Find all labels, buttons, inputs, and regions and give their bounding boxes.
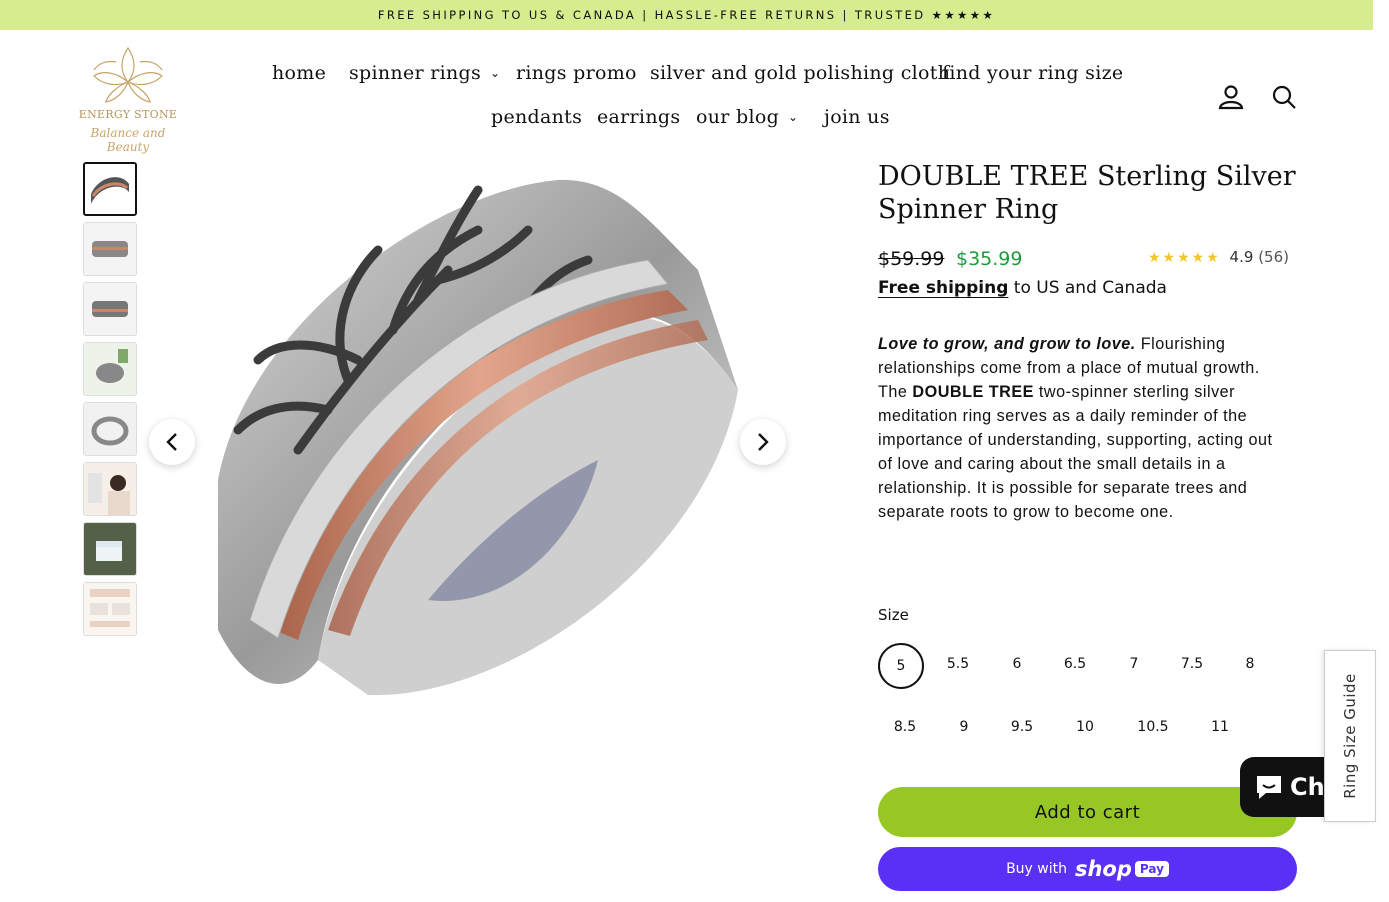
shipping-rest: to US and Canada bbox=[1008, 278, 1167, 298]
shop-pay-shop: shop bbox=[1074, 857, 1132, 881]
nav-pendants-label: pendants bbox=[491, 106, 583, 128]
product-title: DOUBLE TREE Sterling Silver Spinner Ring bbox=[878, 161, 1296, 225]
product-rating[interactable]: ★★★★★ 4.9 (56) bbox=[1148, 248, 1289, 266]
account-icon[interactable] bbox=[1218, 84, 1244, 110]
shop-pay-pay: Pay bbox=[1134, 861, 1169, 877]
nav-spinner-rings-label: spinner rings bbox=[349, 62, 482, 84]
main-product-image bbox=[178, 160, 778, 720]
thumbnail[interactable] bbox=[83, 282, 137, 336]
prev-image-button[interactable] bbox=[149, 419, 195, 465]
rating-value: 4.9 bbox=[1229, 248, 1254, 266]
rating-count: (56) bbox=[1258, 248, 1289, 266]
size-option[interactable]: 9 bbox=[944, 705, 984, 749]
size-option[interactable]: 5.5 bbox=[938, 642, 978, 686]
size-option[interactable]: 7.5 bbox=[1172, 642, 1212, 686]
announcement-bar: FREE SHIPPING TO US & CANADA | HASSLE-FR… bbox=[0, 0, 1373, 30]
ring-size-guide-tab[interactable]: Ring Size Guide bbox=[1324, 650, 1376, 822]
nav-spinner-rings[interactable]: spinner rings ⌄ bbox=[349, 62, 500, 84]
size-option[interactable]: 11 bbox=[1200, 705, 1240, 749]
description-bold: DOUBLE TREE bbox=[912, 383, 1034, 401]
store-logo[interactable]: ENERGY STONE Balance and Beauty bbox=[76, 42, 180, 154]
add-to-cart-button[interactable]: Add to cart bbox=[878, 787, 1297, 837]
thumbnail[interactable] bbox=[83, 222, 137, 276]
thumbnail[interactable] bbox=[83, 462, 137, 516]
size-option[interactable]: 9.5 bbox=[1002, 705, 1042, 749]
thumbnail[interactable] bbox=[83, 402, 137, 456]
size-option[interactable]: 6.5 bbox=[1055, 642, 1095, 686]
chat-label: Ch bbox=[1290, 773, 1325, 801]
nav-rings-promo-label: rings promo bbox=[516, 62, 637, 84]
original-price: $59.99 bbox=[878, 248, 945, 270]
size-option[interactable]: 10.5 bbox=[1132, 705, 1174, 749]
buy-with-shop-pay-button[interactable]: Buy with shop Pay bbox=[878, 847, 1297, 891]
chevron-down-icon: ⌄ bbox=[788, 110, 799, 124]
nav-join-us-label: join us bbox=[824, 106, 890, 128]
logo-tagline: Balance and Beauty bbox=[90, 126, 166, 154]
nav-our-blog-label: our blog bbox=[696, 106, 780, 128]
nav-earrings-label: earrings bbox=[597, 106, 681, 128]
thumbnail-list bbox=[83, 162, 137, 642]
chevron-right-icon bbox=[758, 433, 769, 451]
product-description: Love to grow, and grow to love. Flourish… bbox=[878, 332, 1278, 524]
nav-pendants[interactable]: pendants bbox=[491, 106, 582, 128]
chat-bubble-icon bbox=[1257, 776, 1281, 799]
thumbnail[interactable] bbox=[83, 162, 137, 216]
nav-home[interactable]: home bbox=[272, 62, 326, 84]
nav-rings-promo[interactable]: rings promo bbox=[516, 62, 637, 84]
size-option[interactable]: 6 bbox=[997, 642, 1037, 686]
thumbnail[interactable] bbox=[83, 582, 137, 636]
nav-earrings[interactable]: earrings bbox=[597, 106, 680, 128]
nav-join-us[interactable]: join us bbox=[824, 106, 890, 128]
ring-size-guide-label: Ring Size Guide bbox=[1341, 673, 1359, 799]
announcement-text: FREE SHIPPING TO US & CANADA | HASSLE-FR… bbox=[377, 8, 996, 22]
chevron-left-icon bbox=[166, 433, 177, 451]
nav-polishing-cloth[interactable]: silver and gold polishing cloth bbox=[650, 62, 950, 84]
nav-ring-size-label: find your ring size bbox=[942, 62, 1124, 84]
search-icon[interactable] bbox=[1271, 84, 1297, 110]
size-option[interactable]: 8 bbox=[1230, 642, 1270, 686]
size-option[interactable]: 5 bbox=[878, 643, 924, 689]
buy-with-label: Buy with bbox=[1006, 861, 1067, 877]
nav-polishing-cloth-label: silver and gold polishing cloth bbox=[650, 62, 951, 84]
description-lead: Love to grow, and grow to love. bbox=[878, 335, 1136, 353]
rating-stars-icon: ★★★★★ bbox=[1148, 250, 1221, 266]
size-option[interactable]: 10 bbox=[1065, 705, 1105, 749]
shipping-note: Free shipping to US and Canada bbox=[878, 278, 1167, 298]
free-shipping-link[interactable]: Free shipping bbox=[878, 278, 1008, 298]
shop-pay-logo-icon: shop Pay bbox=[1075, 857, 1169, 881]
sale-price: $35.99 bbox=[956, 248, 1023, 270]
size-option[interactable]: 8.5 bbox=[885, 705, 925, 749]
next-image-button[interactable] bbox=[740, 419, 786, 465]
logo-brand: ENERGY STONE bbox=[78, 108, 178, 121]
size-option[interactable]: 7 bbox=[1114, 642, 1154, 686]
thumbnail[interactable] bbox=[83, 522, 137, 576]
nav-our-blog[interactable]: our blog ⌄ bbox=[696, 106, 798, 128]
thumbnail[interactable] bbox=[83, 342, 137, 396]
nav-home-label: home bbox=[272, 62, 327, 84]
description-text-2: two-spinner sterling silver meditation r… bbox=[878, 383, 1273, 521]
nav-ring-size[interactable]: find your ring size bbox=[942, 62, 1123, 84]
add-to-cart-label: Add to cart bbox=[1034, 801, 1141, 823]
chevron-down-icon: ⌄ bbox=[490, 66, 501, 80]
size-label: Size bbox=[878, 606, 909, 624]
